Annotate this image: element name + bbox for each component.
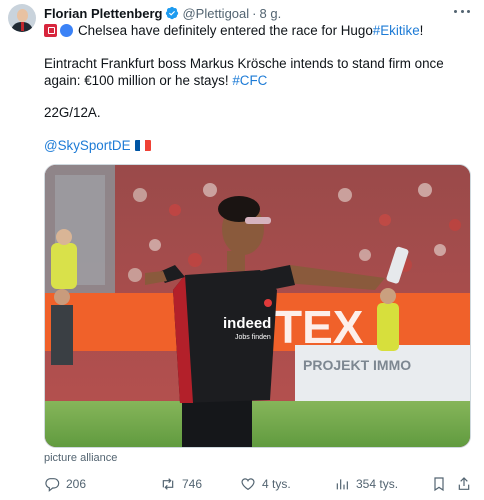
red-square-emoji-icon xyxy=(44,24,57,37)
retweet-button[interactable]: 746 xyxy=(160,474,202,494)
views-button[interactable]: 354 tys. xyxy=(334,474,398,494)
views-count: 354 tys. xyxy=(356,477,399,491)
shirt-sponsor-text: indeed xyxy=(223,315,271,332)
tweet-line-1: Chelsea have definitely entered the race… xyxy=(44,22,474,39)
bookmark-button[interactable] xyxy=(431,476,447,492)
more-options-icon[interactable] xyxy=(454,5,470,17)
verified-badge-icon xyxy=(165,6,179,20)
bookmark-icon xyxy=(434,477,444,492)
avatar[interactable] xyxy=(8,4,36,32)
like-count: 4 tys. xyxy=(262,477,291,491)
avatar-face xyxy=(17,9,28,22)
avatar-tie xyxy=(21,22,24,31)
author-name[interactable]: Florian Plettenberg xyxy=(44,6,162,21)
retweet-icon xyxy=(162,478,174,490)
share-icon xyxy=(458,477,470,490)
hashtag-ekitike[interactable]: #Ekitike xyxy=(373,22,420,39)
shirt-sponsor-subtext: Jobs finden xyxy=(235,334,271,341)
hashtag-cfc[interactable]: #CFC xyxy=(232,73,267,88)
action-bar: 206 746 4 tys. 354 tys. xyxy=(0,474,484,494)
separator-dot: · xyxy=(252,5,257,21)
tweet-line-1-text: Chelsea have definitely entered the race… xyxy=(78,23,373,38)
club-crest-icon xyxy=(264,299,272,307)
tweet-line-1-end: ! xyxy=(419,23,424,38)
tweet-photo[interactable]: GUTEX PROJEKT IMMO indeed Jobs finden xyxy=(44,164,471,448)
tweet-timestamp[interactable]: 8 g. xyxy=(260,6,282,21)
mention-skysportde[interactable]: @SkySportDE xyxy=(44,137,131,154)
tweet-line-3: 22G/12A. xyxy=(44,105,101,120)
reply-count: 206 xyxy=(66,477,87,491)
reply-button[interactable]: 206 xyxy=(44,474,86,494)
tweet-header: Florian Plettenberg @Plettigoal · 8 g. xyxy=(44,4,281,22)
adboard-text: PROJEKT IMMO xyxy=(303,357,411,373)
photo-credit: picture alliance xyxy=(44,452,118,464)
blue-circle-emoji-icon xyxy=(60,24,73,37)
views-chart-icon xyxy=(336,479,348,490)
retweet-count: 746 xyxy=(182,477,203,491)
reply-icon xyxy=(45,478,60,492)
photo-scene: GUTEX PROJEKT IMMO indeed Jobs finden xyxy=(45,165,470,447)
france-flag-icon xyxy=(134,140,151,151)
author-handle[interactable]: @Plettigoal xyxy=(182,6,249,21)
like-button[interactable]: 4 tys. xyxy=(240,474,291,494)
share-button[interactable] xyxy=(456,476,472,492)
tweet-line-4: @SkySportDE xyxy=(44,137,474,154)
heart-icon xyxy=(241,478,255,491)
tweet-line-2: Eintracht Frankfurt boss Markus Krösche … xyxy=(44,55,474,89)
